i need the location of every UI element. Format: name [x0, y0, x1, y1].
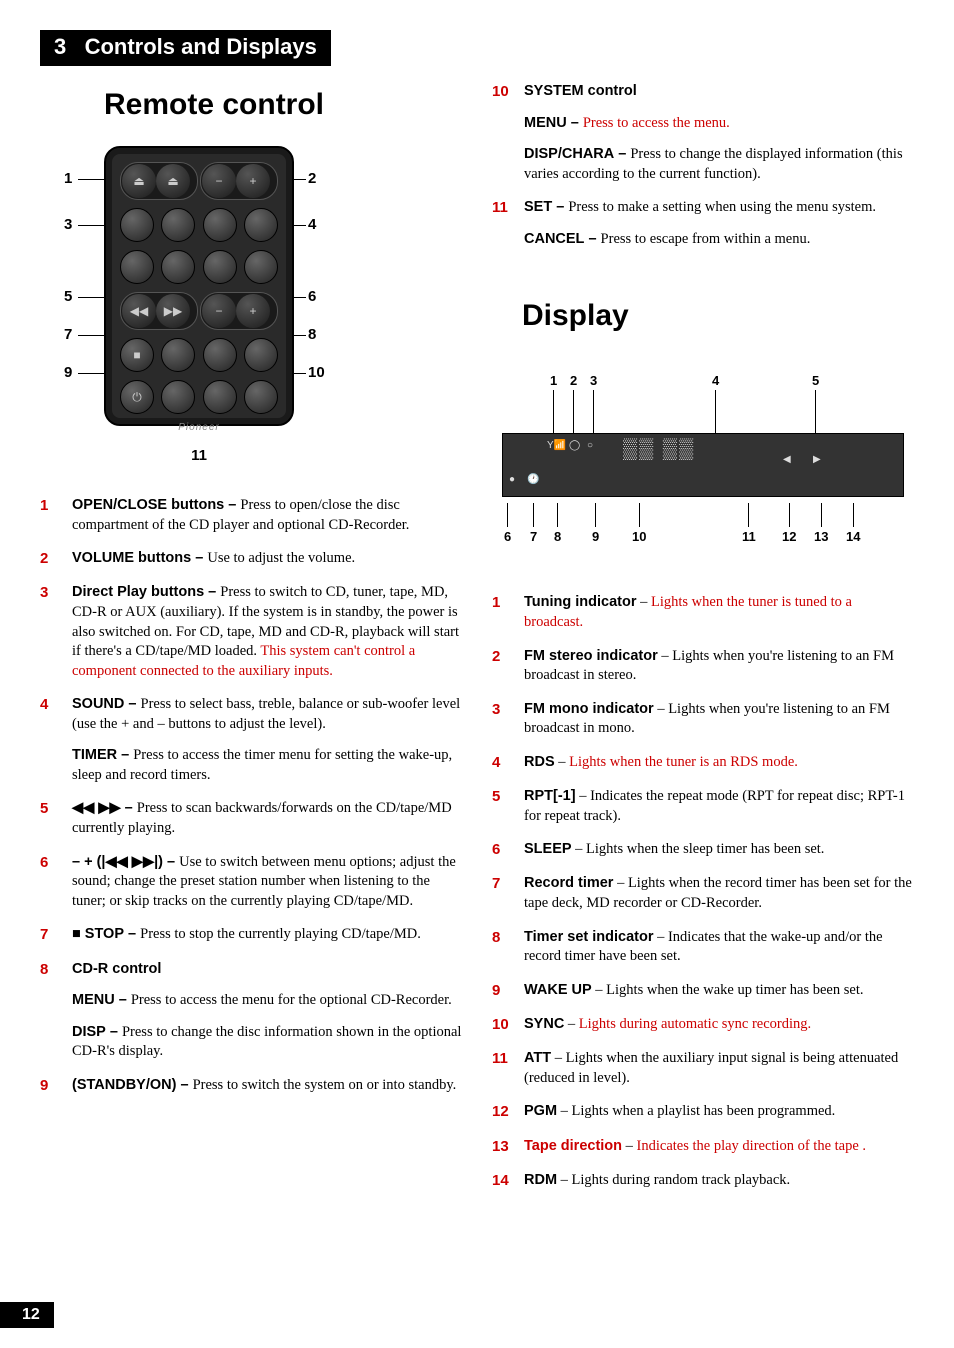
remote-item-1: 1 OPEN/CLOSE buttons – Press to open/clo… [40, 496, 462, 535]
callout-2: 2 [308, 170, 316, 187]
remote-item-10: 10 SYSTEM control MENU – Press to access… [492, 82, 914, 184]
remote-item-11: 11 SET – Press to make a setting when us… [492, 198, 914, 249]
chapter-number: 3 [54, 34, 66, 59]
callout-5: 5 [64, 288, 72, 305]
callout-4: 4 [308, 216, 316, 233]
display-figure: 1 2 3 4 5 Y📶 ◯ ○ ▒▒ ▒▒ ◀ ▶ ● 🕐 6 7 8 9 1… [502, 373, 904, 553]
callout-6: 6 [308, 288, 316, 305]
vol-plus-icon: + [236, 164, 270, 198]
power-icon: ⏻ [120, 380, 154, 414]
remote-list: 1 OPEN/CLOSE buttons – Press to open/clo… [40, 496, 462, 1096]
remote-figure: 1 3 5 7 9 2 4 6 8 10 11 ⏏⏏ [104, 146, 294, 426]
display-panel: Y📶 ◯ ○ ▒▒ ▒▒ ◀ ▶ ● 🕐 [502, 433, 904, 497]
chapter-title: Controls and Displays [85, 34, 317, 59]
remote-item-4: 4 SOUND – Press to select bass, treble, … [40, 695, 462, 785]
remote-item-2: 2 VOLUME buttons – Use to adjust the vol… [40, 549, 462, 569]
callout-8: 8 [308, 326, 316, 343]
remote-body: ⏏⏏ −+ ◀◀▶▶ −+ ■ ⏻ Pioneer [104, 146, 294, 426]
dot-matrix-icon: ▒▒ ▒▒ [623, 438, 695, 461]
callout-1: 1 [64, 170, 72, 187]
right-arrow-icon: ▶ [813, 454, 821, 465]
open-close-icon: ⏏ [122, 164, 156, 198]
remote-item-7: 7 ■ STOP – Press to stop the currently p… [40, 925, 462, 945]
remote-item-6: 6 – + (|◀◀ ▶▶|) – Use to switch between … [40, 853, 462, 912]
callout-7: 7 [64, 326, 72, 343]
callout-3: 3 [64, 216, 72, 233]
plus-icon: + [236, 294, 270, 328]
open-close-icon: ⏏ [156, 164, 190, 198]
tuning-icon: Y📶 [547, 440, 566, 451]
remote-list-cont: 10 SYSTEM control MENU – Press to access… [492, 82, 914, 249]
stereo-icon: ◯ [569, 440, 580, 451]
remote-logo: Pioneer [120, 422, 278, 433]
remote-item-5: 5 ◀◀ ▶▶ – Press to scan backwards/forwar… [40, 799, 462, 838]
display-section-title: Display [522, 299, 914, 333]
clock-icon: 🕐 [527, 474, 539, 485]
left-arrow-icon: ◀ [783, 454, 791, 465]
callout-11: 11 [191, 447, 207, 464]
ff-icon: ▶▶ [156, 294, 190, 328]
callout-10: 10 [308, 364, 325, 381]
remote-item-8: 8 CD-R control MENU – Press to access th… [40, 960, 462, 1062]
rec-dot-icon: ● [509, 474, 515, 485]
chapter-header: 3 Controls and Displays [40, 30, 331, 66]
vol-minus-icon: − [202, 164, 236, 198]
rew-icon: ◀◀ [122, 294, 156, 328]
remote-item-3: 3 Direct Play buttons – Press to switch … [40, 583, 462, 681]
stop-icon: ■ [120, 338, 154, 372]
minus-icon: − [202, 294, 236, 328]
remote-item-9: 9 (STANDBY/ON) – Press to switch the sys… [40, 1076, 462, 1096]
page-number: 12 [0, 1302, 54, 1328]
mono-icon: ○ [587, 440, 593, 451]
display-list: 1Tuning indicator – Lights when the tune… [492, 593, 914, 1191]
remote-section-title: Remote control [104, 88, 462, 122]
callout-9: 9 [64, 364, 72, 381]
